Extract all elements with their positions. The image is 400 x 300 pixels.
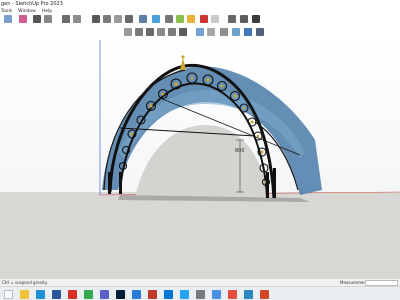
offset-icon[interactable] xyxy=(125,15,133,23)
xray-icon[interactable] xyxy=(196,28,204,36)
file-explorer-icon[interactable] xyxy=(20,290,29,299)
right-view-icon[interactable] xyxy=(157,28,165,36)
orbit-icon[interactable] xyxy=(139,15,147,23)
hidden-line-icon[interactable] xyxy=(220,28,228,36)
axes-icon[interactable] xyxy=(211,15,219,23)
scale-icon[interactable] xyxy=(114,15,122,23)
sketchup-icon[interactable] xyxy=(148,290,157,299)
word-icon[interactable] xyxy=(52,290,61,299)
front-view-icon[interactable] xyxy=(146,28,154,36)
rotate-icon[interactable] xyxy=(103,15,111,23)
taskbar xyxy=(0,286,400,300)
iso-view-icon[interactable] xyxy=(124,28,132,36)
tape-icon[interactable] xyxy=(187,15,195,23)
pushpull-icon[interactable] xyxy=(73,15,81,23)
view-toolbar xyxy=(0,27,400,38)
mail-icon[interactable] xyxy=(164,290,173,299)
section-icon[interactable] xyxy=(252,15,260,23)
textured-icon[interactable] xyxy=(244,28,252,36)
teams-icon[interactable] xyxy=(100,290,109,299)
layout-icon[interactable] xyxy=(244,290,253,299)
shaded-icon[interactable] xyxy=(232,28,240,36)
powerpoint-icon[interactable] xyxy=(260,290,269,299)
left-post xyxy=(108,172,111,194)
edge-icon[interactable] xyxy=(36,290,45,299)
left-inner-post xyxy=(119,172,122,194)
back-view-icon[interactable] xyxy=(168,28,176,36)
status-bar: Ctrl = suspend gravity. Measurements xyxy=(0,278,400,286)
text-icon[interactable] xyxy=(200,15,208,23)
monochrome-icon[interactable] xyxy=(256,28,264,36)
store-icon[interactable] xyxy=(212,290,221,299)
photoshop-icon[interactable] xyxy=(116,290,125,299)
ground-plane xyxy=(0,192,400,278)
paint-icon[interactable] xyxy=(240,15,248,23)
wireframe-icon[interactable] xyxy=(207,28,215,36)
dimension-label: 800 xyxy=(235,148,245,154)
arc-icon[interactable] xyxy=(44,15,52,23)
zoom-extents-icon[interactable] xyxy=(176,15,184,23)
select-icon[interactable] xyxy=(4,15,12,23)
zoom-icon[interactable] xyxy=(165,15,173,23)
photos-icon[interactable] xyxy=(132,290,141,299)
left-view-icon[interactable] xyxy=(179,28,187,36)
settings-icon[interactable] xyxy=(196,290,205,299)
shape-icon[interactable] xyxy=(62,15,70,23)
move-icon[interactable] xyxy=(92,15,100,23)
sketchup-window: gen - SketchUp Pro 2023 Tools Window Hel… xyxy=(0,0,400,300)
chrome-icon[interactable] xyxy=(84,290,93,299)
right-post xyxy=(266,172,269,198)
pan-icon[interactable] xyxy=(152,15,160,23)
finial-ball xyxy=(181,55,185,59)
eraser-icon[interactable] xyxy=(19,15,27,23)
pdf-icon[interactable] xyxy=(68,290,77,299)
search-icon[interactable] xyxy=(4,290,13,299)
main-toolbar xyxy=(0,13,400,26)
right-outer-post xyxy=(273,168,276,198)
line-icon[interactable] xyxy=(33,15,41,23)
top-view-icon[interactable] xyxy=(135,28,143,36)
vscode-icon[interactable] xyxy=(180,290,189,299)
calendar-icon[interactable] xyxy=(228,290,237,299)
model-viewport[interactable]: 800 xyxy=(0,40,400,278)
dimension-icon[interactable] xyxy=(228,15,236,23)
